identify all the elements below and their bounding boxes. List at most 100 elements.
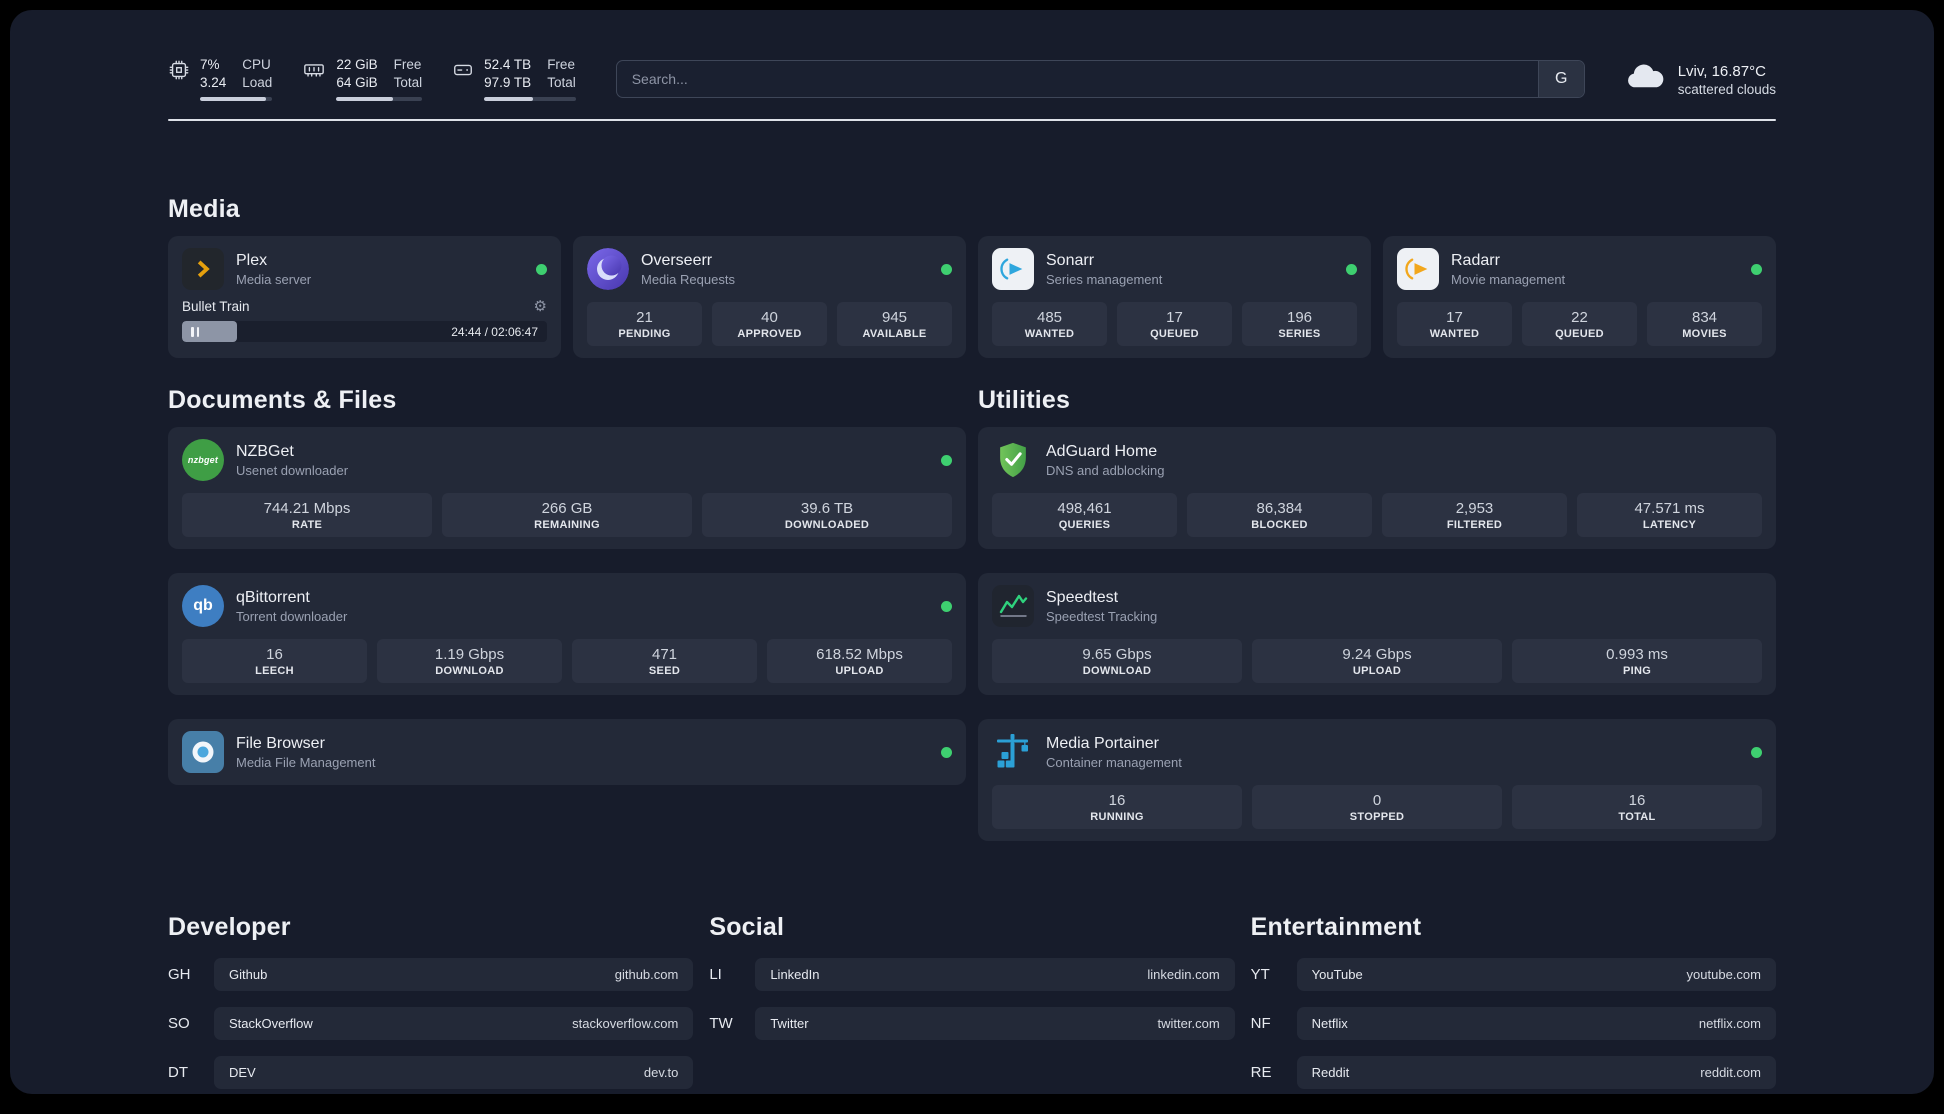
app-name: Media Portainer [1046, 735, 1159, 753]
stat-label: QUERIES [1058, 519, 1111, 532]
stat-label: WANTED [1024, 328, 1075, 341]
app-card-qbittorrent[interactable]: qb qBittorrent Torrent downloader 16 LEE… [168, 573, 966, 696]
adguard-icon [992, 439, 1034, 481]
stat-value: 485 [1036, 309, 1063, 327]
app-name: Radarr [1451, 252, 1500, 270]
app-card-portainer[interactable]: Media Portainer Container management 16 … [978, 719, 1776, 842]
plex-icon [182, 248, 224, 291]
app-desc: Torrent downloader [236, 609, 348, 625]
bookmark-name: Netflix [1311, 1016, 1348, 1032]
stat-tile: 16 TOTAL [1512, 785, 1762, 830]
stat-tile: 266 GB REMAINING [442, 493, 692, 538]
cpu-label: CPU [242, 57, 271, 72]
bookmark-url: stackoverflow.com [572, 1016, 679, 1032]
weather-condition: scattered clouds [1677, 81, 1776, 97]
bookmark-link-reddit[interactable]: Reddit reddit.com [1296, 1056, 1776, 1090]
dashboard-page: 7% 3.24 CPU Load 22 GiB 64 GiB Free Tota… [10, 10, 1934, 1094]
app-card-radarr[interactable]: Radarr Movie management 17 WANTED 22 QUE… [1383, 236, 1776, 359]
bookmark-row: DT DEV dev.to [168, 1056, 694, 1090]
app-name: Overseerr [641, 252, 713, 270]
ram-free-label: Free [393, 57, 422, 72]
app-desc: Speedtest Tracking [1046, 609, 1158, 625]
app-card-sonarr[interactable]: Sonarr Series management 485 WANTED 17 Q… [978, 236, 1371, 359]
app-card-nzbget[interactable]: nzbget NZBGet Usenet downloader 744.21 M… [168, 427, 966, 550]
bookmark-link-linkedin[interactable]: LinkedIn linkedin.com [755, 958, 1235, 992]
app-name: File Browser [236, 735, 325, 753]
playback-seek-bar[interactable]: 24:44 / 02:06:47 [182, 321, 547, 343]
stat-value: 471 [651, 646, 678, 664]
app-card-filebrowser[interactable]: File Browser Media File Management [168, 719, 966, 786]
stat-label: SERIES [1278, 328, 1321, 341]
bookmark-abbr: RE [1250, 1064, 1272, 1082]
stat-tile: 16 LEECH [182, 639, 367, 684]
bookmark-abbr: SO [168, 1015, 190, 1033]
bookmark-row: GH Github github.com [168, 958, 694, 992]
search-input[interactable] [616, 60, 1538, 97]
search-engine-button[interactable]: G [1537, 60, 1584, 97]
speedtest-icon [992, 585, 1034, 628]
system-stats-group: 7% 3.24 CPU Load 22 GiB 64 GiB Free Tota… [168, 56, 576, 102]
stat-tile: 0.993 ms PING [1512, 639, 1762, 684]
app-name: qBittorrent [236, 589, 310, 607]
plex-now-playing-widget: Bullet Train ⚙ 24:44 / 02:06:47 [182, 299, 547, 343]
bookmark-row: SO StackOverflow stackoverflow.com [168, 1007, 694, 1041]
stat-label: LEECH [255, 665, 294, 678]
bookmark-name: Twitter [770, 1016, 809, 1032]
stat-value: 39.6 TB [800, 500, 854, 518]
app-desc: Media File Management [236, 755, 376, 771]
now-playing-title: Bullet Train [182, 299, 250, 315]
pause-icon[interactable] [191, 326, 199, 337]
cpu-progress-bar [200, 97, 273, 102]
portainer-icon [992, 731, 1034, 773]
stat-label: QUEUED [1150, 328, 1199, 341]
bookmark-name: Reddit [1311, 1065, 1350, 1081]
disk-free-value: 52.4 TB [484, 57, 532, 72]
top-bar: 7% 3.24 CPU Load 22 GiB 64 GiB Free Tota… [168, 56, 1776, 102]
stat-label: RUNNING [1090, 811, 1144, 824]
stat-tile: 485 WANTED [992, 302, 1107, 347]
stat-tile: 39.6 TB DOWNLOADED [702, 493, 952, 538]
bookmark-name: DEV [229, 1065, 256, 1081]
stat-tile: 618.52 Mbps UPLOAD [767, 639, 952, 684]
bookmark-name: Github [229, 967, 268, 983]
stat-label: REMAINING [534, 519, 600, 532]
developer-section-title: Developer [168, 913, 291, 942]
weather-widget: Lviv, 16.87°C scattered clouds [1625, 61, 1776, 97]
playback-played-segment [182, 321, 237, 343]
stat-label: WANTED [1429, 328, 1480, 341]
cpu-widget: 7% 3.24 CPU Load [168, 56, 273, 102]
bookmark-link-netflix[interactable]: Netflix netflix.com [1296, 1007, 1776, 1041]
bookmark-abbr: NF [1250, 1015, 1271, 1033]
stat-value: 618.52 Mbps [816, 646, 903, 664]
app-card-overseerr[interactable]: Overseerr Media Requests 21 PENDING 40 A… [573, 236, 966, 359]
bookmark-row: TW Twitter twitter.com [709, 1007, 1235, 1041]
stat-tile: 471 SEED [572, 639, 757, 684]
bookmark-url: netflix.com [1698, 1016, 1761, 1032]
stat-tile: 47.571 ms LATENCY [1577, 493, 1762, 538]
app-desc: Media Requests [641, 272, 735, 288]
app-card-adguard[interactable]: AdGuard Home DNS and adblocking 498,461 … [978, 427, 1776, 550]
stat-value: 945 [881, 309, 908, 327]
stat-label: APPROVED [737, 328, 802, 341]
status-dot [1751, 746, 1762, 758]
status-dot [941, 263, 952, 275]
bookmark-link-youtube[interactable]: YouTube youtube.com [1296, 958, 1776, 992]
stat-label: SEED [648, 665, 681, 678]
app-card-plex[interactable]: Plex Media server Bullet Train ⚙ 24:44 /… [168, 236, 561, 359]
bookmark-link-stackoverflow[interactable]: StackOverflow stackoverflow.com [214, 1007, 694, 1041]
gear-icon[interactable]: ⚙ [534, 299, 547, 314]
stat-value: 21 [636, 309, 653, 327]
bookmark-name: YouTube [1311, 967, 1363, 983]
stat-label: UPLOAD [835, 665, 884, 678]
bookmark-link-dev[interactable]: DEV dev.to [214, 1056, 694, 1090]
disk-widget: 52.4 TB 97.9 TB Free Total [452, 56, 576, 102]
status-dot [941, 600, 952, 612]
memory-widget: 22 GiB 64 GiB Free Total [302, 56, 423, 102]
stat-tile: 9.24 Gbps UPLOAD [1252, 639, 1502, 684]
bookmark-link-twitter[interactable]: Twitter twitter.com [755, 1007, 1235, 1041]
bookmark-link-github[interactable]: Github github.com [214, 958, 694, 992]
disk-total-value: 97.9 TB [484, 75, 532, 91]
stat-tile: 16 RUNNING [992, 785, 1242, 830]
app-card-speedtest[interactable]: Speedtest Speedtest Tracking 9.65 Gbps D… [978, 573, 1776, 696]
bookmark-url: reddit.com [1700, 1065, 1761, 1081]
